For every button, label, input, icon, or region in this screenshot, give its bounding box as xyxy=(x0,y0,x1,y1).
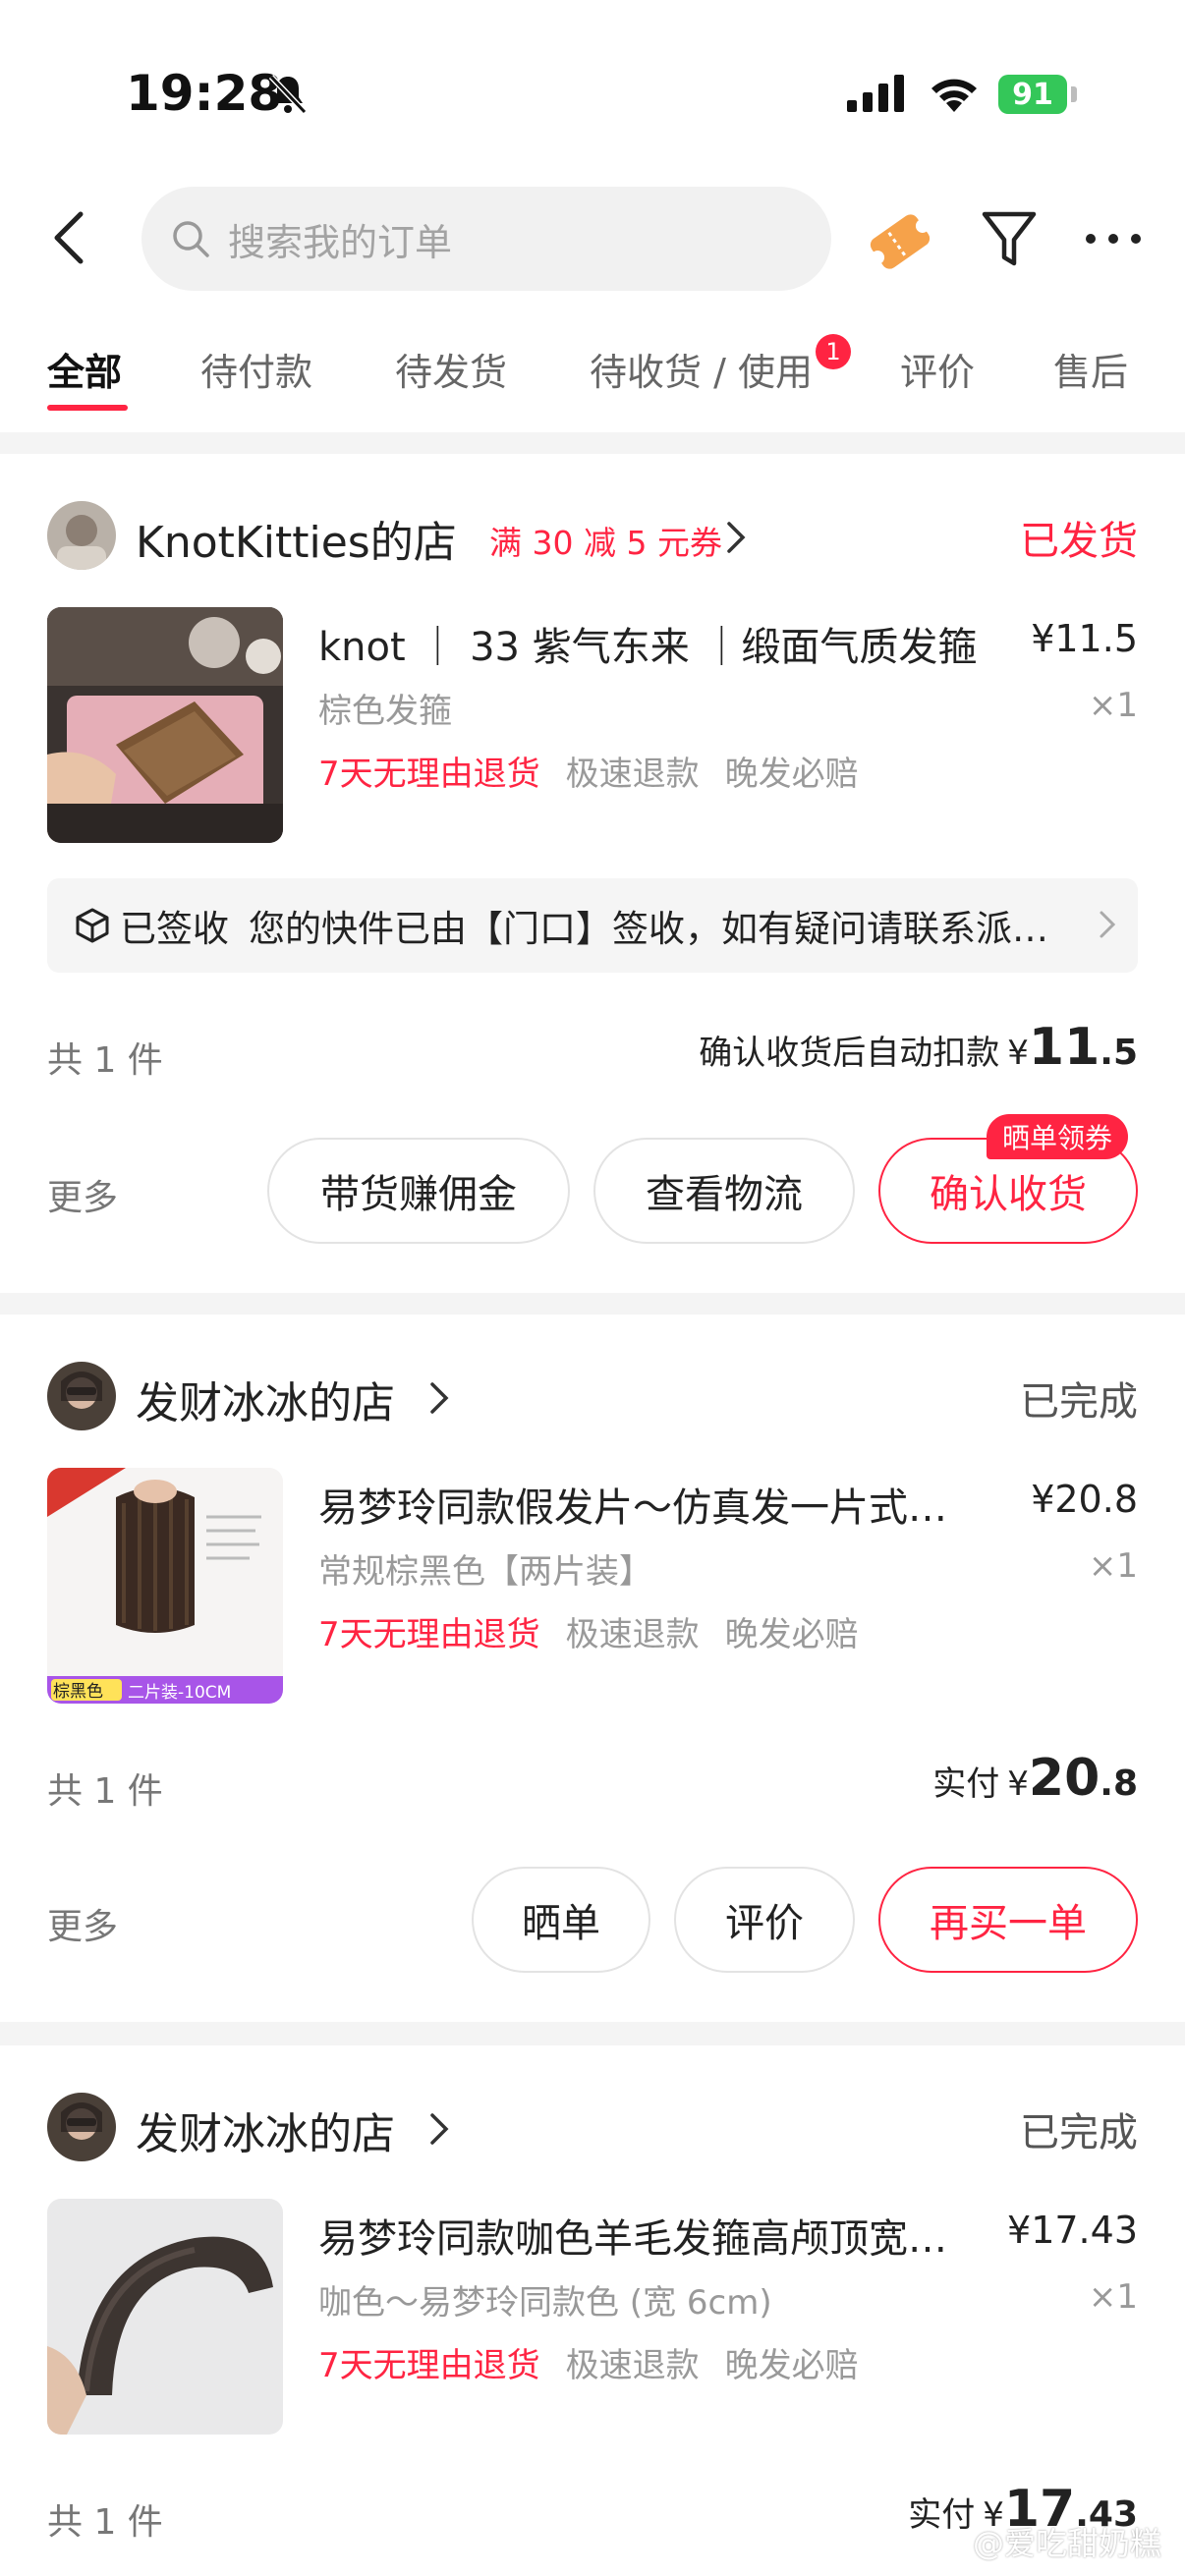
header: 19:28 91 搜索我的订单 全部 待付款 待发货 待收货 / 使用 1 评价… xyxy=(0,0,1185,432)
product-spec: 常规棕黑色【两片装】 xyxy=(318,1552,652,1592)
product-thumbnail[interactable] xyxy=(47,607,283,843)
product-quantity: ×1 xyxy=(1088,1546,1138,1586)
order-status: 已完成 xyxy=(1020,2110,1138,2156)
logistics-detail: 您的快件已由【门口】签收，如有疑问请联系派送员 xyxy=(249,908,1064,950)
nav-bar: 搜索我的订单 xyxy=(0,187,1185,295)
tab-active-indicator xyxy=(47,405,128,411)
status-bar: 19:28 91 xyxy=(0,0,1185,187)
tab-all[interactable]: 全部 xyxy=(47,342,122,396)
item-count: 共 1 件 xyxy=(47,2502,163,2543)
payment-amount-int: 20 xyxy=(1028,1749,1100,1808)
search-placeholder: 搜索我的订单 xyxy=(228,220,453,264)
payment-currency: ¥ xyxy=(1007,1764,1029,1804)
tab-after-sales[interactable]: 售后 xyxy=(1053,342,1128,396)
product-thumbnail[interactable]: 棕黑色 二片装-10CM xyxy=(47,1468,283,1704)
tab-pending-receipt[interactable]: 待收货 / 使用 xyxy=(590,342,813,396)
payment-currency: ¥ xyxy=(1007,1034,1029,1073)
rate-button[interactable]: 评价 xyxy=(674,1867,855,1973)
more-actions-link[interactable]: 更多 xyxy=(47,1169,118,1220)
payment-amount-dec: .8 xyxy=(1100,1764,1138,1804)
service-tags: 7天无理由退货 极速退款 晚发必赔 xyxy=(318,747,884,795)
cellular-signal-icon xyxy=(847,75,904,112)
shop-promo[interactable]: 满 30 减 5 元券 xyxy=(489,517,722,564)
more-options-icon[interactable] xyxy=(1085,232,1142,246)
thumb-color-label: 棕黑色 xyxy=(53,1682,103,1702)
order-status: 已完成 xyxy=(1020,1379,1138,1425)
tag-late-compensation: 晚发必赔 xyxy=(724,1615,859,1654)
tag-7day-return: 7天无理由退货 xyxy=(318,755,540,794)
watermark: @爱吃甜奶糕 xyxy=(972,2525,1161,2562)
tab-pending-shipment[interactable]: 待发货 xyxy=(395,342,507,396)
product-title[interactable]: knot ｜ 33 紫气东来 ｜缎面气质发箍 xyxy=(318,615,1006,672)
tab-pending-payment[interactable]: 待付款 xyxy=(200,342,312,396)
order-card: 发财冰冰的店 已完成 易梦玲同款咖色羊毛发箍高颅顶宽边发箍 ¥17.43 咖色～… xyxy=(0,2045,1185,2576)
product-price: ¥11.5 xyxy=(1031,617,1138,660)
wifi-icon xyxy=(931,79,977,112)
bell-muted-icon xyxy=(268,74,308,115)
order-card: KnotKitties的店 满 30 减 5 元券 已发货 knot ｜ 33 … xyxy=(0,454,1185,1293)
shop-name[interactable]: KnotKitties的店 xyxy=(136,507,457,570)
review-coupon-badge: 晒单领券 xyxy=(987,1114,1129,1159)
shop-avatar[interactable] xyxy=(47,501,116,570)
shop-name[interactable]: 发财冰冰的店 xyxy=(136,1368,395,1430)
tab-pending-receipt-badge: 1 xyxy=(816,334,851,369)
order-status: 已发货 xyxy=(1020,519,1138,564)
payment-label: 确认收货后自动扣款 xyxy=(699,1034,1000,1073)
status-time: 19:28 xyxy=(126,65,283,122)
chevron-right-icon xyxy=(430,2113,449,2145)
payment-summary: 确认收货后自动扣款 ¥11.5 xyxy=(699,1018,1138,1077)
battery-indicator: 91 xyxy=(998,75,1067,114)
tag-late-compensation: 晚发必赔 xyxy=(724,755,859,794)
payment-amount-int: 11 xyxy=(1028,1018,1100,1077)
order-card: 发财冰冰的店 已完成 棕黑色 二片装-10CM 易梦玲同款假发片～仿真发一片式无… xyxy=(0,1315,1185,2022)
share-review-button[interactable]: 晒单 xyxy=(472,1867,650,1973)
buy-again-button[interactable]: 再买一单 xyxy=(878,1867,1138,1973)
product-thumbnail[interactable] xyxy=(47,2199,283,2435)
tag-fast-refund: 极速退款 xyxy=(565,1615,700,1654)
tab-review[interactable]: 评价 xyxy=(900,342,975,396)
logistics-bar[interactable]: 已签收 您的快件已由【门口】签收，如有疑问请联系派送员 xyxy=(47,878,1138,973)
chevron-right-icon xyxy=(1100,911,1116,938)
product-quantity: ×1 xyxy=(1088,686,1138,725)
product-spec: 咖色～易梦玲同款色 (宽 6cm) xyxy=(318,2283,772,2323)
coupon-tag-icon[interactable] xyxy=(867,208,933,275)
thumb-pack-label: 二片装-10CM xyxy=(128,1683,232,1703)
service-tags: 7天无理由退货 极速退款 晚发必赔 xyxy=(318,2338,884,2386)
item-count: 共 1 件 xyxy=(47,1771,163,1812)
tag-7day-return: 7天无理由退货 xyxy=(318,1615,540,1654)
product-quantity: ×1 xyxy=(1088,2277,1138,2317)
payment-label: 实付 xyxy=(908,2495,976,2535)
product-price: ¥20.8 xyxy=(1031,1478,1138,1521)
shop-name[interactable]: 发财冰冰的店 xyxy=(136,2099,395,2161)
shop-avatar[interactable] xyxy=(47,2093,116,2161)
chevron-right-icon xyxy=(430,1382,449,1414)
product-spec: 棕色发箍 xyxy=(318,692,452,731)
search-bar[interactable]: 搜索我的订单 xyxy=(141,187,831,291)
shop-avatar[interactable] xyxy=(47,1362,116,1430)
tag-fast-refund: 极速退款 xyxy=(565,2346,700,2385)
payment-label: 实付 xyxy=(932,1764,1000,1804)
product-title[interactable]: 易梦玲同款咖色羊毛发箍高颅顶宽边发箍 xyxy=(318,2207,967,2264)
view-logistics-button[interactable]: 查看物流 xyxy=(593,1138,855,1244)
package-icon xyxy=(76,908,109,943)
service-tags: 7天无理由退货 极速退款 晚发必赔 xyxy=(318,1607,884,1655)
tag-late-compensation: 晚发必赔 xyxy=(724,2346,859,2385)
filter-icon[interactable] xyxy=(981,208,1038,271)
order-tabs: 全部 待付款 待发货 待收货 / 使用 1 评价 售后 xyxy=(0,324,1185,413)
search-icon xyxy=(173,221,209,257)
more-actions-link[interactable]: 更多 xyxy=(47,1898,118,1949)
earn-commission-button[interactable]: 带货赚佣金 xyxy=(267,1138,570,1244)
product-title[interactable]: 易梦玲同款假发片～仿真发一片式无痕增发量 xyxy=(318,1476,977,1533)
tag-7day-return: 7天无理由退货 xyxy=(318,2346,540,2385)
back-arrow-icon[interactable] xyxy=(49,208,88,267)
battery-tip xyxy=(1071,86,1077,102)
payment-amount-dec: .5 xyxy=(1100,1033,1138,1073)
tag-fast-refund: 极速退款 xyxy=(565,755,700,794)
logistics-status: 已签收 xyxy=(120,908,229,950)
chevron-right-icon xyxy=(727,522,746,553)
payment-summary: 实付 ¥20.8 xyxy=(932,1749,1138,1808)
item-count: 共 1 件 xyxy=(47,1040,163,1081)
product-price: ¥17.43 xyxy=(1007,2209,1138,2252)
